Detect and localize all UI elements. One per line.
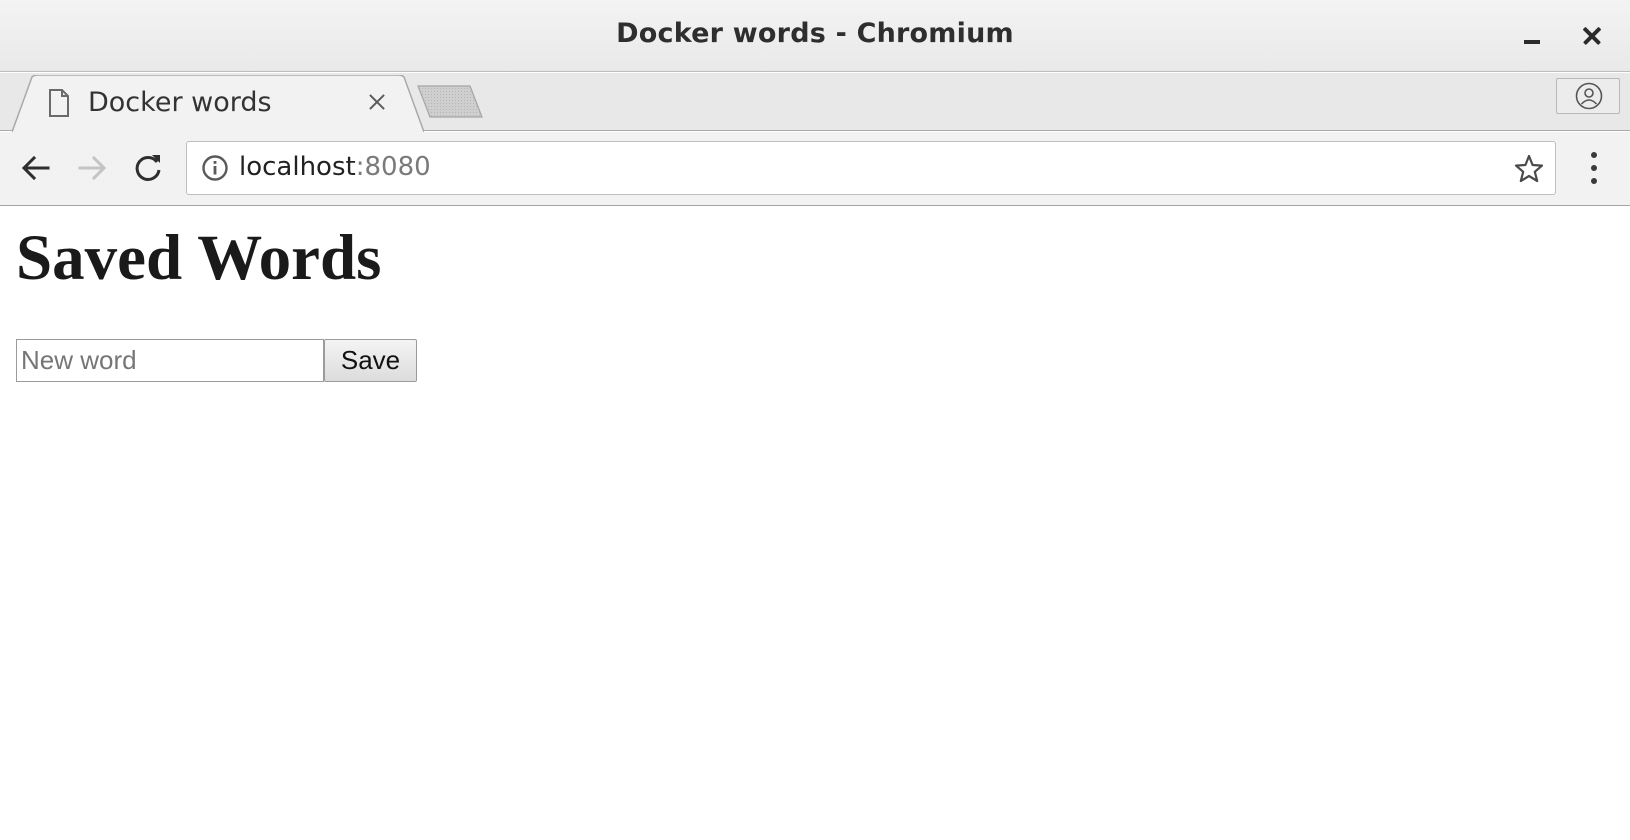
- url-text[interactable]: localhost:8080: [239, 152, 431, 182]
- bookmark-star-icon[interactable]: [1513, 153, 1545, 185]
- new-word-input[interactable]: [16, 339, 324, 382]
- forward-arrow-icon[interactable]: [74, 150, 110, 186]
- address-bar[interactable]: localhost:8080: [186, 141, 1556, 195]
- window-close-button[interactable]: [1577, 20, 1609, 52]
- window-title: Docker words - Chromium: [616, 18, 1014, 49]
- page-content: Saved Words Save: [0, 207, 1630, 840]
- menu-icon[interactable]: [1580, 150, 1608, 188]
- tab-close-icon[interactable]: [366, 91, 388, 113]
- tab-title: Docker words: [88, 87, 272, 118]
- reload-icon[interactable]: [130, 150, 166, 186]
- url-port: :8080: [355, 152, 431, 182]
- new-tab-icon[interactable]: [416, 85, 488, 119]
- tab-docker-words[interactable]: Docker words: [12, 75, 424, 133]
- person-icon: [1575, 82, 1603, 110]
- save-button[interactable]: Save: [324, 339, 417, 382]
- navigation-toolbar: localhost:8080: [0, 132, 1630, 206]
- profile-button[interactable]: [1556, 78, 1620, 114]
- minimize-button[interactable]: [1516, 20, 1548, 52]
- title-bar: Docker words - Chromium: [0, 0, 1630, 72]
- url-host: localhost: [239, 152, 356, 182]
- back-arrow-icon[interactable]: [18, 150, 54, 186]
- info-icon[interactable]: [201, 154, 229, 182]
- page-icon: [49, 89, 69, 117]
- tab-strip: Docker words: [0, 73, 1630, 133]
- browser-window: Docker words - Chromium Docker words loc…: [0, 0, 1630, 840]
- page-title: Saved Words: [16, 222, 382, 294]
